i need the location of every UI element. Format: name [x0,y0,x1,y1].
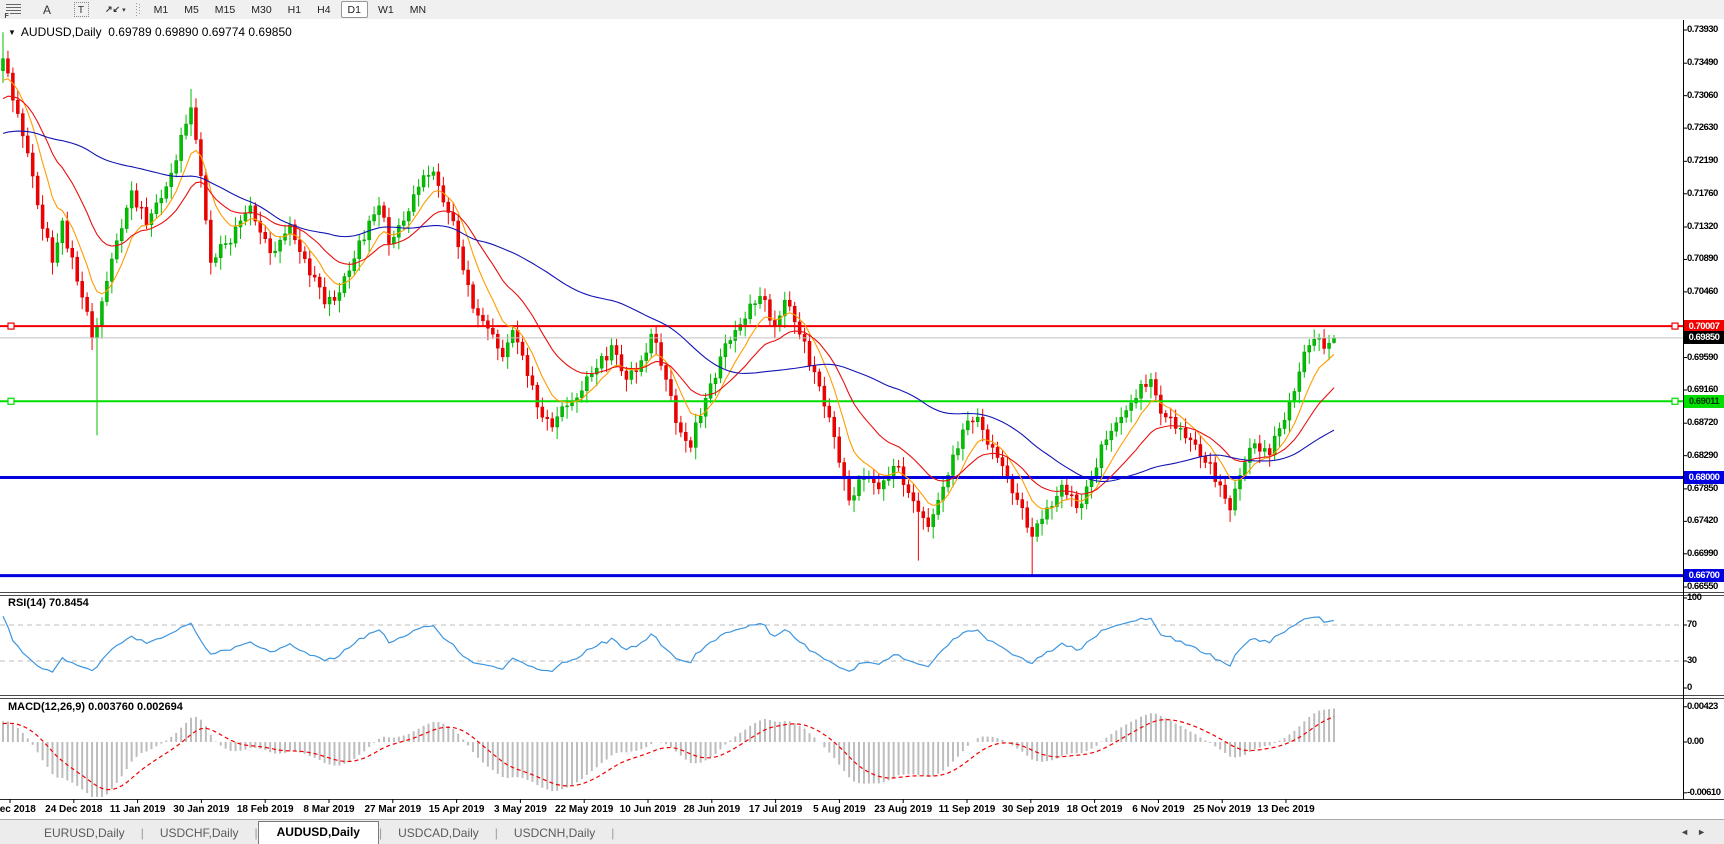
date-axis-label: 10 Jun 2019 [620,804,677,815]
price-axis-tick: 0.66550 [1687,581,1718,592]
price-axis-tick: 0.70890 [1687,253,1718,264]
date-axis-label: 24 Dec 2018 [45,804,102,815]
date-axis-label: 8 Mar 2019 [303,804,354,815]
chart-canvas[interactable] [0,0,1724,844]
date-axis-label: 5 Dec 2018 [0,804,36,815]
date-axis-label: 6 Nov 2019 [1132,804,1184,815]
price-axis-tick: 0.73490 [1687,57,1718,68]
mt4-terminal: F A T ↗↙ ▾ M1M5M15M30H1H4D1W1MN ▼AUDUSD,… [0,0,1724,844]
date-axis-label: 22 May 2019 [555,804,613,815]
tab-scroll-arrows[interactable]: ◄► [1680,827,1714,837]
macd-axis-tick: 0.00 [1687,736,1704,747]
rsi-axis-tick: 0 [1687,682,1692,693]
price-axis-tick: 0.71320 [1687,221,1718,232]
price-axis-tick: 0.69160 [1687,384,1718,395]
date-axis-label: 13 Dec 2019 [1257,804,1314,815]
price-axis-tick: 0.68290 [1687,450,1718,461]
date-axis-label: 17 Jul 2019 [749,804,802,815]
price-axis-tick: 0.69590 [1687,352,1718,363]
price-axis-tick: 0.72630 [1687,122,1718,133]
date-axis-label: 28 Jun 2019 [683,804,740,815]
date-axis-label: 11 Sep 2019 [939,804,996,815]
rsi-axis-tick: 100 [1687,592,1701,603]
date-axis-label: 18 Oct 2019 [1067,804,1123,815]
symbol-dropdown-icon[interactable]: ▼ [8,28,16,37]
chart-ohlc-values: 0.69789 0.69890 0.69774 0.69850 [108,25,292,39]
price-axis-tick: 0.68720 [1687,417,1718,428]
date-axis-label: 30 Jan 2019 [173,804,229,815]
price-axis-tick: 0.72190 [1687,155,1718,166]
chart-tab-usdcad[interactable]: USDCAD,Daily [382,823,495,844]
price-axis-tick: 0.70460 [1687,286,1718,297]
rsi-axis-tick: 70 [1687,619,1697,630]
date-axis-label: 11 Jan 2019 [110,804,166,815]
price-axis-tick: 0.73060 [1687,90,1718,101]
current-price-badge: 0.69850 [1684,331,1724,344]
price-axis-tick: 0.66990 [1687,548,1718,559]
date-axis-label: 27 Mar 2019 [364,804,421,815]
date-axis-label: 5 Aug 2019 [813,804,865,815]
tab-scroll-right-icon: ► [1697,827,1714,837]
rsi-indicator-label: RSI(14) 70.8454 [8,597,89,609]
price-axis-tick: 0.67420 [1687,515,1718,526]
chart-tab-eurusd[interactable]: EURUSD,Daily [28,823,141,844]
rsi-axis-tick: 30 [1687,655,1697,666]
date-axis-label: 15 Apr 2019 [429,804,485,815]
tab-scroll-left-icon: ◄ [1680,827,1697,837]
tab-separator: | [611,826,614,844]
price-axis-tick: 0.71760 [1687,188,1718,199]
chart-tab-bar: EURUSD,Daily|USDCHF,Daily|AUDUSD,Daily|U… [0,819,1724,844]
date-axis-label: 30 Sep 2019 [1002,804,1059,815]
date-axis-label: 3 May 2019 [494,804,547,815]
macd-axis-tick: 0.00423 [1687,701,1718,712]
price-axis-tick: 0.67850 [1687,483,1718,494]
chart-title: ▼ AUDUSD,Daily 0.69789 0.69890 0.69774 0.… [8,25,292,39]
price-line-badge: 0.69011 [1684,395,1724,408]
chart-tab-audusd[interactable]: AUDUSD,Daily [258,821,379,844]
date-axis-label: 25 Nov 2019 [1193,804,1251,815]
date-axis-label: 18 Feb 2019 [237,804,294,815]
price-axis-tick: 0.73930 [1687,24,1718,35]
chart-symbol: AUDUSD,Daily [21,25,102,39]
macd-axis-tick: -0.00610 [1687,787,1721,798]
price-line-badge: 0.66700 [1684,569,1724,582]
chart-tab-usdchf[interactable]: USDCHF,Daily [144,823,255,844]
macd-indicator-label: MACD(12,26,9) 0.003760 0.002694 [8,701,183,713]
chart-tab-usdcnh[interactable]: USDCNH,Daily [498,823,611,844]
date-axis-label: 23 Aug 2019 [874,804,932,815]
price-line-badge: 0.68000 [1684,471,1724,484]
